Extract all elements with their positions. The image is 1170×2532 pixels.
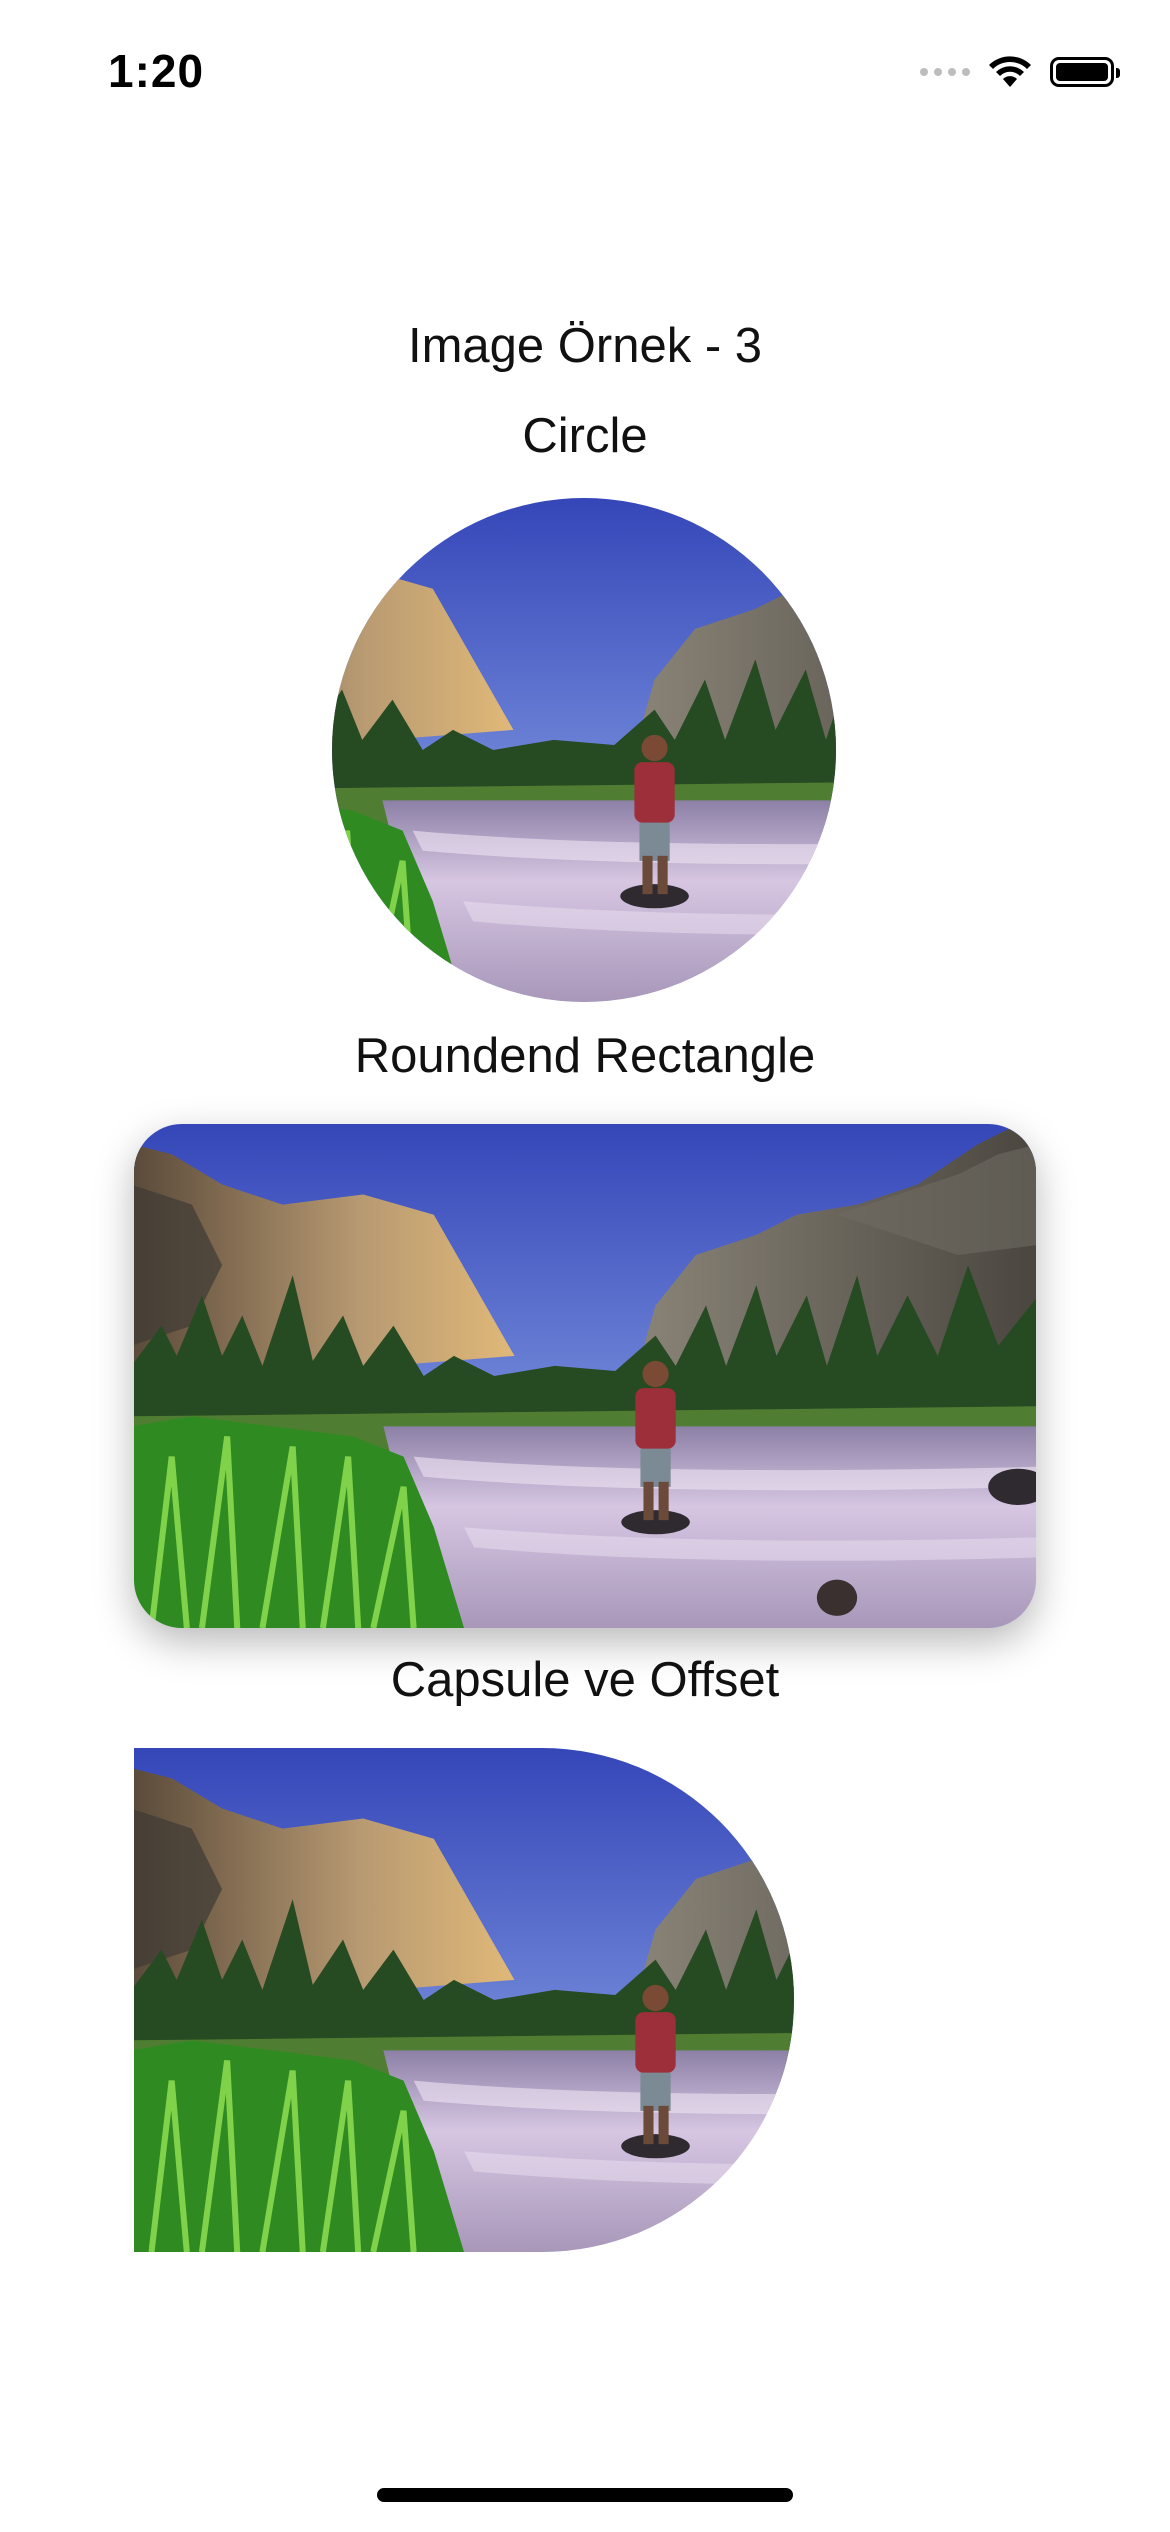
- battery-icon: [1050, 57, 1120, 87]
- section-label-capsule: Capsule ve Offset: [390, 1653, 780, 1707]
- signal-icon: [920, 68, 970, 76]
- status-bar: 1:20: [0, 0, 1170, 150]
- screen: 1:20 Image Örnek - 3 Circle Roundend Rec…: [0, 0, 1170, 2532]
- landscape-image-rounded-rectangle: [134, 1124, 1036, 1628]
- status-icons: [920, 52, 1120, 92]
- status-time: 1:20: [108, 45, 205, 97]
- section-label-circle: Circle: [522, 409, 648, 463]
- wifi-icon: [989, 56, 1031, 87]
- landscape-image-capsule: [134, 1748, 794, 2252]
- home-indicator[interactable]: [377, 2488, 793, 2502]
- section-label-rounded-rectangle: Roundend Rectangle: [354, 1029, 816, 1083]
- page-title: Image Örnek - 3: [407, 319, 763, 373]
- landscape-image-circle: [332, 498, 836, 1002]
